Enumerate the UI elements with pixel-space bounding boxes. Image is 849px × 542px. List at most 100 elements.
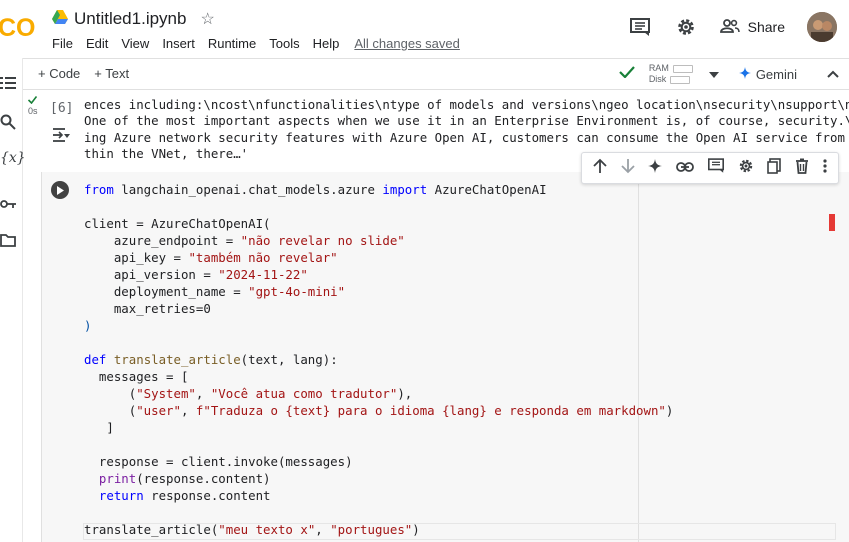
- save-status[interactable]: All changes saved: [354, 36, 460, 51]
- gemini-button[interactable]: Gemini: [738, 66, 797, 82]
- keyword: return: [84, 488, 144, 503]
- code-line: return response.content: [84, 487, 673, 504]
- delete-icon[interactable]: [795, 158, 809, 179]
- disk-label: Disk: [648, 74, 667, 84]
- files-folder-icon[interactable]: [0, 234, 16, 252]
- disk-bar: [670, 75, 691, 84]
- code-editor[interactable]: from langchain_openai.chat_models.azure …: [84, 181, 673, 538]
- module-name: langchain_openai.chat_models.azure: [113, 182, 383, 197]
- keyword: import: [382, 182, 428, 197]
- star-icon[interactable]: ☆: [200, 9, 214, 29]
- add-cell-group: + Code + Text: [38, 66, 129, 81]
- cell-toolbar: [581, 152, 839, 184]
- code-line: ("System", "Você atua como tradutor"),: [84, 385, 673, 402]
- string-literal: "também não revelar": [188, 250, 338, 265]
- builtin-function: print: [84, 471, 137, 486]
- ram-bar: [672, 64, 693, 73]
- user-avatar[interactable]: [807, 12, 837, 42]
- resources-indicator[interactable]: RAM Disk: [649, 63, 693, 85]
- menu-help[interactable]: Help: [313, 36, 340, 51]
- output-actions-icon[interactable]: [52, 127, 70, 148]
- code-line: azure_endpoint = "não revelar no slide": [84, 232, 673, 249]
- separator: ,: [195, 386, 211, 401]
- menu-insert[interactable]: Insert: [162, 36, 195, 51]
- code-line: client = AzureChatOpenAI(: [84, 216, 271, 231]
- secrets-key-icon[interactable]: [0, 196, 16, 214]
- add-code-button[interactable]: + Code: [38, 66, 80, 81]
- gemini-sparkle-icon[interactable]: [648, 158, 663, 178]
- string-literal: f"Traduza o {text} para o idioma {lang} …: [195, 403, 666, 418]
- function-call: translate_article: [84, 522, 211, 537]
- string-literal: "System": [136, 386, 196, 401]
- play-icon: [57, 185, 64, 195]
- string-literal: "meu texto x": [218, 522, 316, 537]
- search-icon[interactable]: [0, 114, 16, 135]
- function-name: translate_article: [106, 352, 241, 367]
- header-actions: Share: [628, 12, 837, 42]
- share-button[interactable]: Share: [719, 18, 785, 36]
- code-line: response = client.invoke(messages): [84, 454, 353, 469]
- args: (response.content): [136, 471, 271, 486]
- collapse-chevron-icon[interactable]: [827, 65, 839, 83]
- string-literal: "Você atua como tradutor": [210, 386, 398, 401]
- paren: (: [84, 403, 137, 418]
- code-line: messages = [: [84, 369, 189, 384]
- logo-text: CO: [0, 14, 36, 42]
- connected-check-icon: [619, 65, 635, 83]
- param: api_version =: [84, 267, 219, 282]
- string-literal: "não revelar no slide": [240, 233, 405, 248]
- scrollbar-error-marker: [829, 214, 835, 231]
- people-icon: [719, 18, 740, 36]
- keyword: def: [84, 352, 107, 367]
- notebook-title[interactable]: Untitled1.ipynb: [74, 9, 186, 29]
- title-row: Untitled1.ipynb ☆: [52, 8, 215, 30]
- paren: ): [665, 403, 674, 418]
- settings-icon[interactable]: [674, 15, 698, 39]
- left-sidebar: {x}: [0, 58, 26, 542]
- menu-view[interactable]: View: [121, 36, 149, 51]
- mirror-cell-icon[interactable]: [767, 157, 782, 179]
- code-line: deployment_name = "gpt-4o-mini": [84, 283, 673, 300]
- paren: ),: [397, 386, 413, 401]
- param: azure_endpoint =: [84, 233, 241, 248]
- run-cell-button[interactable]: [51, 181, 69, 199]
- notebook-toolbar: + Code + Text RAM Disk Gemini: [0, 58, 849, 90]
- code-line: max_retries=0: [84, 301, 211, 316]
- param: api_key =: [84, 250, 189, 265]
- runtime-status-group: RAM Disk Gemini: [619, 59, 849, 89]
- link-icon[interactable]: [676, 159, 695, 177]
- table-of-contents-icon[interactable]: [0, 76, 16, 95]
- output-line-2: One of the most important aspects when w…: [84, 112, 849, 128]
- keyword: from: [84, 182, 114, 197]
- menu-tools[interactable]: Tools: [269, 36, 299, 51]
- comment-icon[interactable]: [628, 15, 652, 39]
- comment-icon[interactable]: [707, 158, 724, 178]
- menu-edit[interactable]: Edit: [86, 36, 108, 51]
- class-name: AzureChatOpenAI: [427, 182, 547, 197]
- share-label: Share: [747, 19, 785, 35]
- code-line: print(response.content): [84, 470, 673, 487]
- add-text-button[interactable]: + Text: [94, 66, 129, 81]
- cell-settings-icon[interactable]: [738, 158, 754, 179]
- move-up-icon[interactable]: [593, 158, 607, 179]
- code-line: ("user", f"Traduza o {text} para o idiom…: [84, 402, 674, 419]
- string-literal: "user": [136, 403, 181, 418]
- success-check-icon: [27, 96, 38, 106]
- execution-time: 0s: [28, 106, 38, 116]
- resources-dropdown-icon[interactable]: [708, 65, 719, 83]
- menu-runtime[interactable]: Runtime: [208, 36, 256, 51]
- menu-bar: File Edit View Insert Runtime Tools Help…: [52, 36, 460, 51]
- separator: ,: [315, 522, 331, 537]
- variables-icon[interactable]: {x}: [0, 150, 26, 166]
- separator: ,: [180, 403, 196, 418]
- more-options-icon[interactable]: [823, 158, 827, 178]
- colab-logo[interactable]: CO: [0, 8, 40, 48]
- string-literal: "2024-11-22": [218, 267, 308, 282]
- move-down-icon[interactable]: [621, 158, 635, 179]
- menu-file[interactable]: File: [52, 36, 73, 51]
- code-line: ]: [84, 420, 114, 435]
- sparkle-icon: [738, 66, 751, 82]
